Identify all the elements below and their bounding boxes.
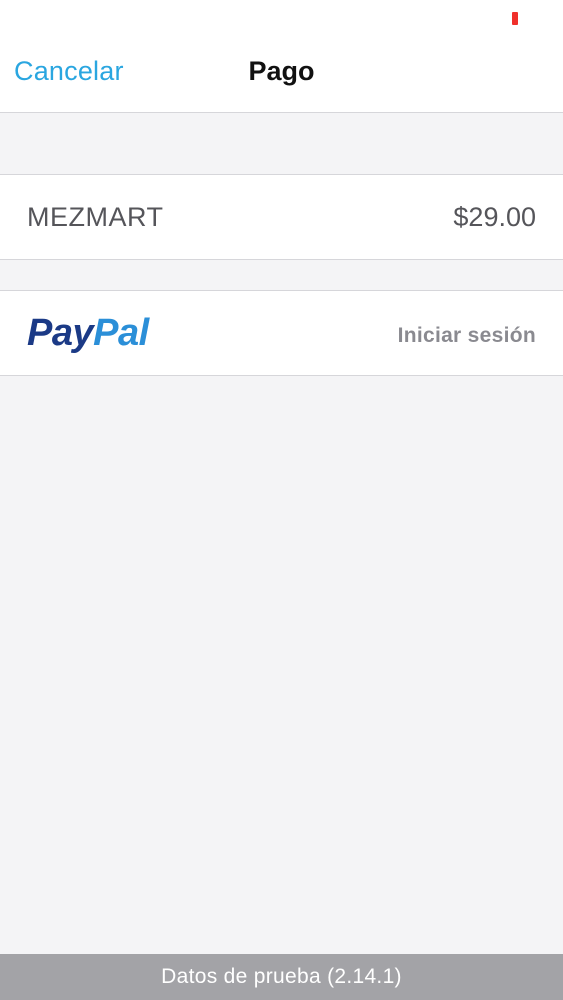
test-data-label: Datos de prueba (2.14.1)	[161, 965, 402, 988]
merchant-name: MEZMART	[27, 202, 164, 232]
status-bar	[0, 0, 563, 36]
paypal-logo-pal: Pal	[93, 312, 149, 354]
battery-icon	[512, 12, 518, 25]
payment-screen: Cancelar Pago MEZMART $29.00 PayPal Inic…	[0, 0, 563, 1000]
signin-label: Iniciar sesión	[397, 324, 536, 347]
footer-bar: Datos de prueba (2.14.1)	[0, 954, 563, 1000]
order-amount: $29.00	[453, 202, 536, 232]
paypal-logo: PayPal	[27, 311, 149, 355]
paypal-login-row[interactable]: PayPal Iniciar sesión	[0, 290, 563, 376]
navigation-bar: Cancelar Pago	[0, 0, 563, 113]
paypal-logo-pay: Pay	[27, 312, 94, 354]
order-summary-row: MEZMART $29.00	[0, 174, 563, 260]
cancel-button[interactable]: Cancelar	[14, 56, 124, 87]
